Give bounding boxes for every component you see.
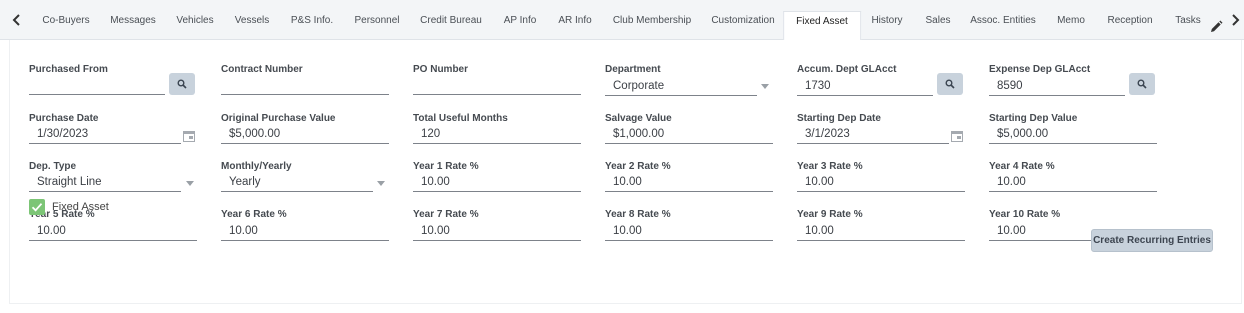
dep-type-label: Dep. Type xyxy=(29,161,77,172)
tab-fixed-asset[interactable]: Fixed Asset xyxy=(783,11,861,41)
tab-sales[interactable]: Sales xyxy=(925,14,950,40)
fixed-asset-checkbox[interactable] xyxy=(29,199,45,215)
tab-personnel[interactable]: Personnel xyxy=(354,14,399,40)
year8-rate-input[interactable]: 10.00 xyxy=(605,224,773,241)
tab-reception[interactable]: Reception xyxy=(1107,14,1152,40)
calendar-icon[interactable] xyxy=(183,131,195,142)
year1-rate-input[interactable]: 10.00 xyxy=(413,175,581,192)
year9-rate-input[interactable]: 10.00 xyxy=(797,224,965,241)
monthly-yearly-select[interactable]: Yearly xyxy=(221,175,373,192)
purchase-date-input[interactable]: 1/30/2023 xyxy=(29,127,181,144)
starting-dep-value-input[interactable]: $5,000.00 xyxy=(989,127,1157,144)
accum-dept-glacct-search-button[interactable] xyxy=(937,73,963,95)
tab-messages[interactable]: Messages xyxy=(110,14,156,40)
tab-bar: Co-Buyers Messages Vehicles Vessels P&S … xyxy=(0,0,1244,41)
pencil-icon[interactable] xyxy=(1209,20,1223,34)
chevron-down-icon[interactable] xyxy=(377,181,385,186)
year7-rate-input[interactable]: 10.00 xyxy=(413,224,581,241)
tab-memo[interactable]: Memo xyxy=(1057,14,1085,40)
tab-history[interactable]: History xyxy=(871,14,902,40)
accum-dept-glacct-input[interactable]: 1730 xyxy=(797,79,933,96)
total-useful-months-input[interactable]: 120 xyxy=(413,127,581,144)
salvage-value-input[interactable]: $1,000.00 xyxy=(605,127,773,144)
year10-rate-label: Year 10 Rate % xyxy=(989,209,1061,220)
chevron-down-icon[interactable] xyxy=(761,84,769,89)
magnifier-icon xyxy=(945,79,955,89)
year3-rate-label: Year 3 Rate % xyxy=(797,161,863,172)
expense-dep-glacct-input[interactable]: 8590 xyxy=(989,79,1125,96)
total-useful-months-label: Total Useful Months xyxy=(413,113,508,124)
chevron-right-icon[interactable] xyxy=(1228,13,1242,27)
tab-ar-info[interactable]: AR Info xyxy=(558,14,591,40)
fixed-asset-checkbox-label: Fixed Asset xyxy=(52,201,109,213)
contract-number-input[interactable] xyxy=(221,78,389,95)
accum-dept-glacct-label: Accum. Dept GLAcct xyxy=(797,64,897,75)
tab-vehicles[interactable]: Vehicles xyxy=(176,14,213,40)
magnifier-icon xyxy=(177,79,187,89)
year5-rate-input[interactable]: 10.00 xyxy=(29,224,197,241)
year6-rate-label: Year 6 Rate % xyxy=(221,209,287,220)
starting-dep-date-input[interactable]: 3/1/2023 xyxy=(797,127,949,144)
original-purchase-value-input[interactable]: $5,000.00 xyxy=(221,127,389,144)
checkmark-icon xyxy=(31,203,43,212)
department-label: Department xyxy=(605,64,661,75)
tab-customization[interactable]: Customization xyxy=(711,14,774,40)
original-purchase-value-label: Original Purchase Value xyxy=(221,113,336,124)
year2-rate-label: Year 2 Rate % xyxy=(605,161,671,172)
purchase-date-label: Purchase Date xyxy=(29,113,99,124)
year9-rate-label: Year 9 Rate % xyxy=(797,209,863,220)
tab-assoc-entities[interactable]: Assoc. Entities xyxy=(970,14,1036,40)
tab-vessels[interactable]: Vessels xyxy=(235,14,269,40)
purchased-from-search-button[interactable] xyxy=(169,73,195,95)
po-number-label: PO Number xyxy=(413,64,469,75)
calendar-icon[interactable] xyxy=(951,131,963,142)
tab-ps-info[interactable]: P&S Info. xyxy=(291,14,333,40)
tab-co-buyers[interactable]: Co-Buyers xyxy=(42,14,89,40)
year3-rate-input[interactable]: 10.00 xyxy=(797,175,965,192)
tab-tasks[interactable]: Tasks xyxy=(1175,14,1201,40)
tab-club-membership[interactable]: Club Membership xyxy=(613,14,691,40)
tab-ap-info[interactable]: AP Info xyxy=(504,14,537,40)
department-select[interactable]: Corporate xyxy=(605,79,757,96)
purchased-from-input[interactable] xyxy=(29,78,165,95)
year6-rate-input[interactable]: 10.00 xyxy=(221,224,389,241)
po-number-input[interactable] xyxy=(413,78,581,95)
contract-number-label: Contract Number xyxy=(221,64,303,75)
year2-rate-input[interactable]: 10.00 xyxy=(605,175,773,192)
expense-dep-glacct-search-button[interactable] xyxy=(1129,73,1155,95)
salvage-value-label: Salvage Value xyxy=(605,113,672,124)
year4-rate-input[interactable]: 10.00 xyxy=(989,175,1157,192)
chevron-left-icon[interactable] xyxy=(10,13,24,27)
monthly-yearly-label: Monthly/Yearly xyxy=(221,161,292,172)
year7-rate-label: Year 7 Rate % xyxy=(413,209,479,220)
starting-dep-value-label: Starting Dep Value xyxy=(989,113,1078,124)
dep-type-select[interactable]: Straight Line xyxy=(29,175,181,192)
tab-credit-bureau[interactable]: Credit Bureau xyxy=(420,14,482,40)
purchased-from-label: Purchased From xyxy=(29,64,108,75)
starting-dep-date-label: Starting Dep Date xyxy=(797,113,881,124)
magnifier-icon xyxy=(1137,79,1147,89)
year1-rate-label: Year 1 Rate % xyxy=(413,161,479,172)
year4-rate-label: Year 4 Rate % xyxy=(989,161,1055,172)
chevron-down-icon[interactable] xyxy=(186,181,194,186)
year8-rate-label: Year 8 Rate % xyxy=(605,209,671,220)
create-recurring-entries-button[interactable]: Create Recurring Entries xyxy=(1091,229,1213,252)
expense-dep-glacct-label: Expense Dep GLAcct xyxy=(989,64,1091,75)
